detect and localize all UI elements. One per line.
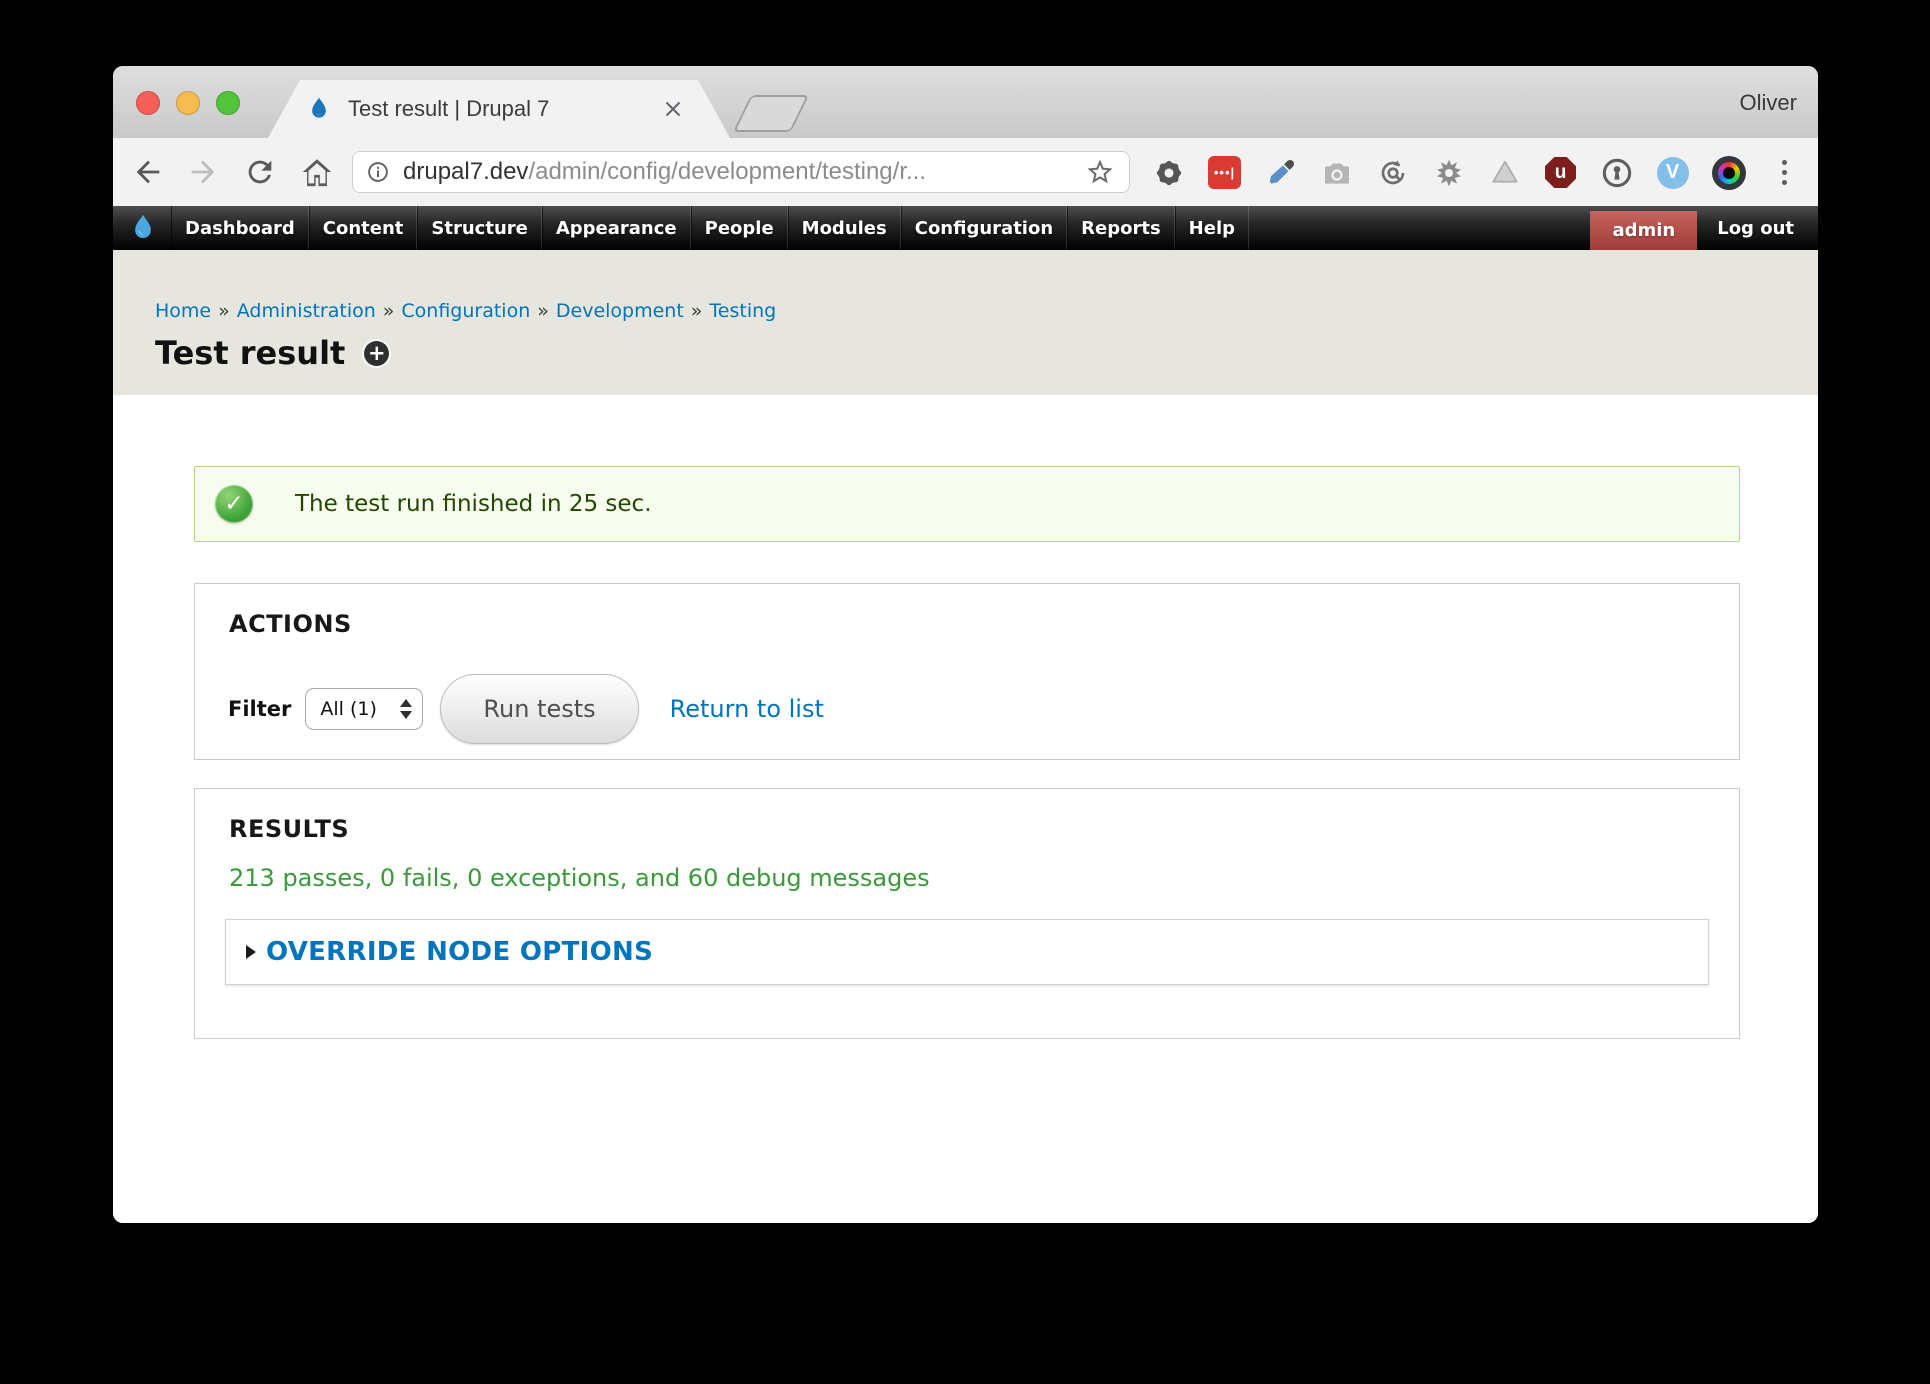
minimize-window-button[interactable] — [176, 91, 200, 115]
results-heading: RESULTS — [229, 815, 1709, 843]
status-message-box: ✓ The test run finished in 25 sec. — [194, 466, 1740, 542]
breadcrumb-separator: » — [218, 300, 230, 322]
collapsed-arrow-icon — [246, 945, 256, 959]
forward-icon[interactable] — [186, 155, 220, 189]
toolbar-user-area: admin Log out — [1590, 206, 1818, 250]
breadcrumb: Home » Administration » Configuration » Develo… — [155, 300, 1818, 322]
breadcrumb-link[interactable]: Testing — [709, 300, 776, 322]
screenshot-camera-icon[interactable] — [1319, 155, 1354, 190]
override-node-options-fieldset: OVERRIDE NODE OPTIONS — [225, 919, 1709, 985]
add-shortcut-icon[interactable]: + — [364, 341, 389, 366]
password-manager-icon[interactable]: •••| — [1207, 155, 1242, 190]
browser-window: Test result | Drupal 7 Oliver — [113, 66, 1818, 1223]
browser-menu-icon[interactable] — [1767, 155, 1802, 190]
back-icon[interactable] — [131, 155, 165, 189]
page-header: Home » Administration » Configuration » Develo… — [113, 250, 1818, 395]
filter-label: Filter — [228, 697, 291, 721]
toolbar-menu-item[interactable]: Content — [309, 206, 418, 250]
filter-row: Filter All (1) Run tests Return to list — [228, 674, 1739, 744]
camera-lens-icon[interactable] — [1711, 155, 1746, 190]
breadcrumb-separator: » — [537, 300, 549, 322]
toolbar-menu-item[interactable]: Help — [1175, 206, 1249, 250]
page-content: ✓ The test run finished in 25 sec. ACTIO… — [113, 395, 1818, 1223]
fullscreen-window-button[interactable] — [216, 91, 240, 115]
breadcrumb-link[interactable]: Development — [556, 300, 684, 322]
drupal-logo-icon[interactable] — [113, 206, 171, 250]
toolbar-menu-item[interactable]: Structure — [417, 206, 541, 250]
color-picker-icon[interactable] — [1263, 155, 1298, 190]
window-controls — [136, 91, 240, 115]
drupal-favicon-icon — [306, 96, 332, 122]
home-icon[interactable] — [300, 155, 334, 189]
session-restore-icon[interactable] — [1375, 155, 1410, 190]
status-ok-icon: ✓ — [215, 485, 253, 523]
toolbar-menu-item[interactable]: Dashboard — [171, 206, 309, 250]
ublock-origin-icon[interactable]: u — [1543, 155, 1578, 190]
bookmark-star-icon[interactable] — [1085, 157, 1115, 187]
breadcrumb-link[interactable]: Home — [155, 300, 211, 322]
toolbar-menu-item[interactable]: Modules — [788, 206, 901, 250]
v-badge-icon[interactable]: V — [1655, 155, 1690, 190]
run-tests-button[interactable]: Run tests — [440, 674, 638, 744]
toolbar-menu-item[interactable]: People — [691, 206, 788, 250]
userscript-manager-icon[interactable] — [1431, 155, 1466, 190]
reload-icon[interactable] — [243, 155, 277, 189]
select-arrows-icon — [400, 699, 412, 719]
breadcrumb-link[interactable]: Administration — [237, 300, 376, 322]
status-message-text: The test run finished in 25 sec. — [295, 491, 652, 517]
toolbar-user-admin[interactable]: admin — [1590, 211, 1697, 250]
page-title: Test result — [155, 334, 345, 372]
fieldset-label: OVERRIDE NODE OPTIONS — [266, 937, 653, 967]
breadcrumb-separator: » — [691, 300, 703, 322]
browser-tab[interactable]: Test result | Drupal 7 — [268, 80, 730, 138]
results-panel: RESULTS 213 passes, 0 fails, 0 exception… — [194, 788, 1740, 1039]
browser-titlebar[interactable]: Test result | Drupal 7 Oliver — [113, 66, 1818, 138]
toolbar-menu-item[interactable]: Appearance — [542, 206, 691, 250]
profile-name[interactable]: Oliver — [1740, 90, 1797, 116]
filter-select[interactable]: All (1) — [305, 688, 423, 730]
toolbar-menu-item[interactable]: Configuration — [901, 206, 1067, 250]
override-node-options-link[interactable]: OVERRIDE NODE OPTIONS — [246, 937, 653, 967]
return-to-list-link[interactable]: Return to list — [670, 695, 824, 723]
close-window-button[interactable] — [136, 91, 160, 115]
test-pass-summary: 213 passes, 0 fails, 0 exceptions, and 6… — [229, 864, 1709, 892]
tab-title: Test result | Drupal 7 — [348, 96, 549, 122]
extensions-bar: •••| u — [1151, 155, 1802, 190]
new-tab-button[interactable] — [733, 95, 809, 132]
page-info-icon[interactable] — [365, 159, 391, 185]
tab-close-icon[interactable] — [660, 96, 686, 122]
actions-panel: ACTIONS Filter All (1) Run tests Return … — [194, 583, 1740, 760]
password-vault-icon[interactable] — [1599, 155, 1634, 190]
toolbar-menu-item[interactable]: Reports — [1067, 206, 1175, 250]
cloud-drive-icon[interactable] — [1487, 155, 1522, 190]
toolbar-logout-link[interactable]: Log out — [1697, 206, 1818, 250]
url-text: drupal7.dev/admin/config/development/tes… — [403, 158, 926, 186]
browser-navbar: drupal7.dev/admin/config/development/tes… — [113, 138, 1818, 206]
url-path: /admin/config/development/testing/r... — [528, 158, 926, 185]
toolbar-menu: DashboardContentStructureAppearancePeopl… — [171, 206, 1249, 250]
filter-select-value: All (1) — [320, 698, 377, 720]
actions-heading: ACTIONS — [229, 610, 1739, 638]
page-title-row: Test result + — [155, 334, 1818, 372]
drupal-admin-toolbar: DashboardContentStructureAppearancePeopl… — [113, 206, 1818, 250]
breadcrumb-separator: » — [383, 300, 395, 322]
breadcrumb-link[interactable]: Configuration — [401, 300, 530, 322]
settings-gear-icon[interactable] — [1151, 155, 1186, 190]
url-host: drupal7.dev — [403, 158, 528, 185]
address-bar[interactable]: drupal7.dev/admin/config/development/tes… — [352, 151, 1130, 193]
desktop-background: Test result | Drupal 7 Oliver — [0, 0, 1930, 1384]
